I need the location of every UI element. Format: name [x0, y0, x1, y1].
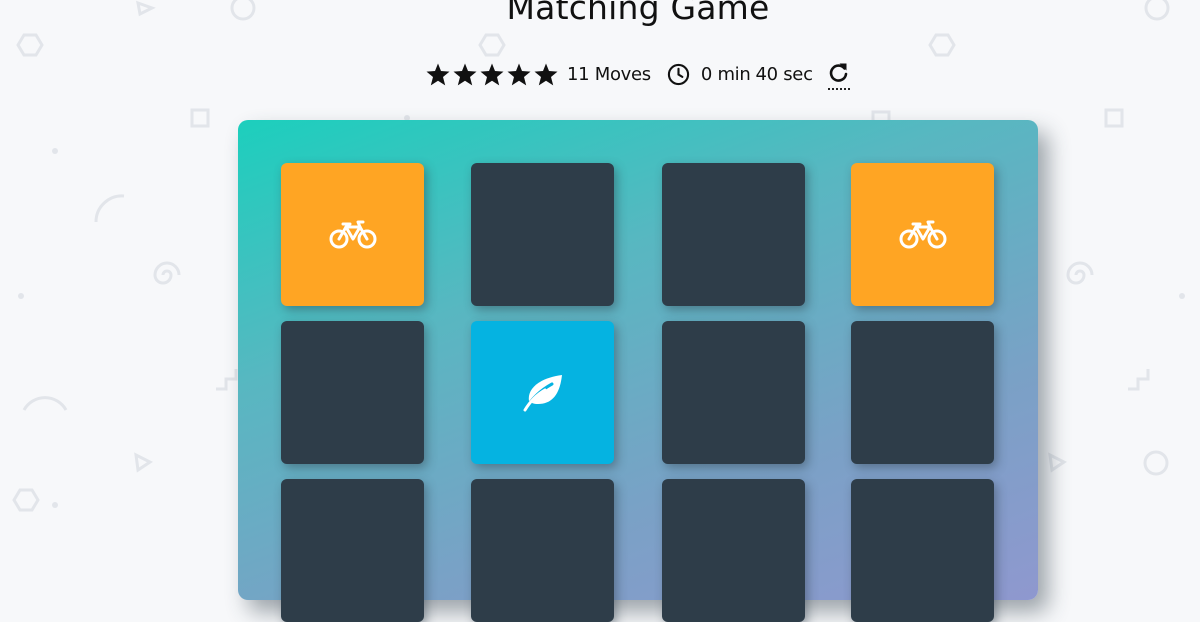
- card[interactable]: [281, 479, 424, 622]
- leaf-icon: [521, 373, 565, 413]
- timer-minutes: 0 min: [700, 63, 751, 85]
- card-deck: [238, 120, 1038, 622]
- star-icon: [480, 63, 504, 86]
- star-icon: [507, 63, 531, 86]
- card[interactable]: [471, 321, 614, 464]
- star-icon: [534, 63, 558, 86]
- card[interactable]: [281, 163, 424, 306]
- timer: 0 min 40 sec: [667, 63, 813, 86]
- bicycle-icon: [899, 220, 947, 250]
- card[interactable]: [662, 479, 805, 622]
- bicycle-icon: [329, 220, 377, 250]
- star-icon: [426, 63, 450, 86]
- star-icon: [453, 63, 477, 86]
- card[interactable]: [851, 163, 994, 306]
- restart-icon: [829, 63, 848, 82]
- card[interactable]: [851, 479, 994, 622]
- card[interactable]: [662, 163, 805, 306]
- restart-button[interactable]: [828, 60, 850, 90]
- card[interactable]: [281, 321, 424, 464]
- card[interactable]: [471, 163, 614, 306]
- card[interactable]: [471, 479, 614, 622]
- page-title: Matching Game: [506, 0, 770, 27]
- moves-counter: 11 Moves: [567, 63, 651, 85]
- timer-seconds: 40 sec: [755, 63, 813, 85]
- card[interactable]: [851, 321, 994, 464]
- clock-icon: [667, 63, 690, 86]
- card[interactable]: [662, 321, 805, 464]
- score-panel: 11 Moves 0 min 40 sec: [426, 59, 813, 89]
- star-rating: [426, 63, 558, 86]
